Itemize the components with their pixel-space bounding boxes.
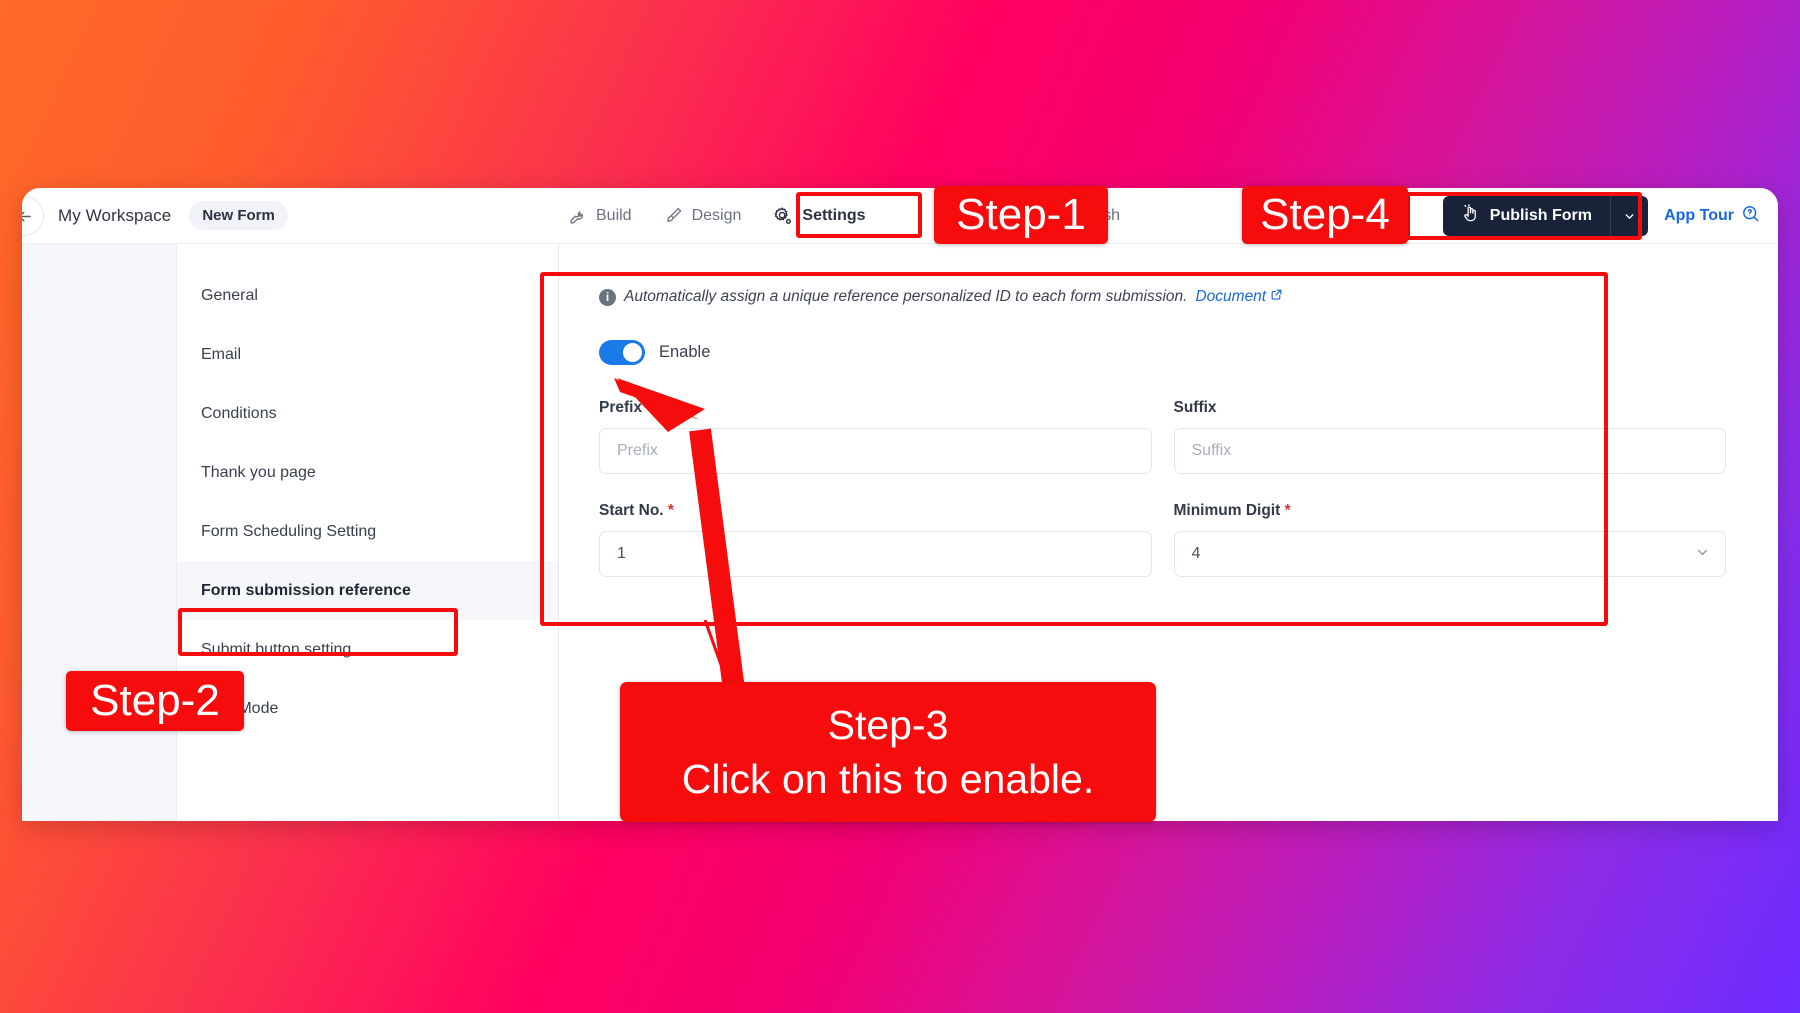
sidebar-item-email[interactable]: Email bbox=[177, 325, 558, 384]
start-no-label: Start No. * bbox=[599, 502, 1152, 520]
sidebar-item-label: Thank you page bbox=[201, 463, 316, 481]
wrench-icon bbox=[568, 207, 587, 226]
tab-build[interactable]: Build bbox=[552, 198, 648, 235]
prefix-input[interactable] bbox=[599, 428, 1152, 474]
sidebar-item-form-scheduling-setting[interactable]: Form Scheduling Setting bbox=[177, 502, 558, 561]
help-circle-icon bbox=[1741, 204, 1760, 228]
prefix-suffix-row: Prefix Suffix bbox=[599, 399, 1726, 474]
startno-mindigit-row: Start No. * Minimum Digit * bbox=[599, 502, 1726, 577]
gear-icon bbox=[773, 206, 793, 226]
left-rail bbox=[22, 244, 177, 821]
suffix-label: Suffix bbox=[1173, 399, 1217, 416]
step-4-badge: Step-4 bbox=[1242, 186, 1408, 244]
suffix-field: Suffix bbox=[1173, 399, 1726, 474]
sidebar-item-label: Submit button setting bbox=[201, 640, 352, 658]
sidebar-item-conditions[interactable]: Conditions bbox=[177, 384, 558, 443]
sidebar-item-thank-you-page[interactable]: Thank you page bbox=[177, 443, 558, 502]
enable-toggle-row: Enable bbox=[599, 340, 1726, 365]
back-arrow-icon[interactable] bbox=[22, 196, 44, 236]
info-text: Automatically assign a unique reference … bbox=[624, 288, 1188, 305]
chevron-down-icon[interactable] bbox=[1610, 196, 1648, 236]
start-no-label-text: Start No. bbox=[599, 502, 664, 519]
prefix-label: Prefix bbox=[599, 399, 643, 416]
step-3-callout: Step-3 Click on this to enable. bbox=[620, 682, 1156, 822]
tab-settings[interactable]: Settings bbox=[757, 197, 881, 235]
sidebar-item-general[interactable]: General bbox=[177, 266, 558, 325]
minimum-digit-label-text: Minimum Digit bbox=[1173, 502, 1281, 519]
step-3-title: Step-3 bbox=[827, 701, 949, 748]
document-link[interactable]: Document bbox=[1195, 288, 1283, 306]
step-1-badge: Step-1 bbox=[934, 186, 1108, 244]
enable-toggle[interactable] bbox=[599, 340, 645, 365]
minimum-digit-field: Minimum Digit * bbox=[1173, 502, 1727, 577]
publish-form-main[interactable]: Publish Form bbox=[1443, 196, 1610, 236]
sidebar-item-form-submission-reference[interactable]: Form submission reference bbox=[177, 561, 558, 620]
settings-sidebar: General Email Conditions Thank you page … bbox=[177, 244, 559, 821]
external-link-icon bbox=[1270, 288, 1283, 306]
info-icon: i bbox=[599, 288, 616, 306]
required-asterisk: * bbox=[663, 502, 674, 519]
prefix-field: Prefix bbox=[599, 399, 1152, 474]
start-no-field: Start No. * bbox=[599, 502, 1152, 577]
step-3-body: Click on this to enable. bbox=[681, 756, 1095, 802]
sidebar-item-label: Conditions bbox=[201, 404, 277, 422]
tab-settings-label: Settings bbox=[802, 207, 866, 224]
app-tour-button[interactable]: App Tour bbox=[1664, 188, 1760, 244]
brush-icon bbox=[664, 207, 683, 226]
top-navigation-bar: My Workspace New Form Build Design Setti… bbox=[22, 188, 1778, 244]
tab-design-label: Design bbox=[691, 207, 742, 224]
tab-design[interactable]: Design bbox=[648, 198, 758, 235]
workspace-name[interactable]: My Workspace bbox=[58, 206, 171, 226]
step-2-badge: Step-2 bbox=[66, 671, 244, 731]
minimum-digit-select[interactable] bbox=[1173, 531, 1726, 577]
tab-build-label: Build bbox=[596, 207, 632, 224]
start-no-input[interactable] bbox=[599, 531, 1152, 577]
required-asterisk: * bbox=[1280, 502, 1291, 519]
suffix-input[interactable] bbox=[1173, 428, 1726, 474]
sidebar-item-label: Form submission reference bbox=[201, 581, 411, 599]
app-tour-label: App Tour bbox=[1664, 207, 1734, 224]
enable-toggle-label: Enable bbox=[659, 343, 711, 361]
minimum-digit-select-wrap bbox=[1173, 531, 1726, 577]
info-banner: i Automatically assign a unique referenc… bbox=[599, 288, 1726, 306]
sidebar-item-label: Email bbox=[201, 345, 242, 363]
document-link-label: Document bbox=[1195, 288, 1267, 305]
sidebar-item-label: General bbox=[201, 286, 258, 304]
publish-form-label: Publish Form bbox=[1489, 207, 1592, 224]
pointing-hand-icon bbox=[1461, 204, 1480, 228]
minimum-digit-label: Minimum Digit * bbox=[1174, 502, 1727, 520]
publish-form-button[interactable]: Publish Form bbox=[1442, 196, 1648, 236]
sidebar-item-label: Form Scheduling Setting bbox=[201, 522, 377, 540]
form-name-chip[interactable]: New Form bbox=[189, 201, 288, 230]
